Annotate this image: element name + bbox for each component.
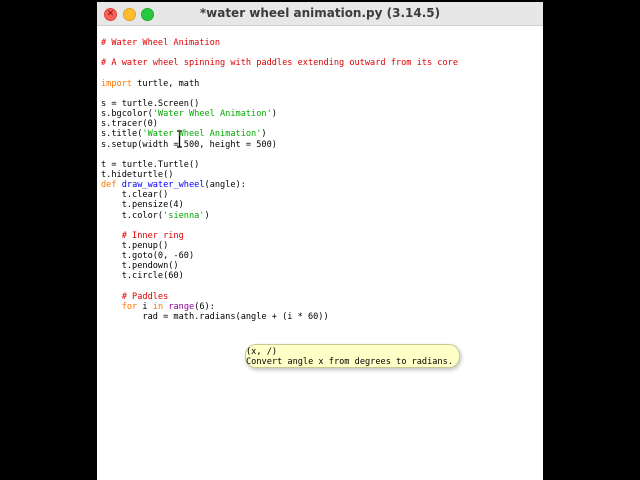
code-token: draw_water_wheel xyxy=(121,180,205,191)
code-token: t.circle(60) xyxy=(101,271,184,282)
code-line[interactable]: # Inner ring xyxy=(101,231,184,241)
code-token: i xyxy=(137,301,153,312)
code-token: range xyxy=(168,301,195,312)
code-token: def xyxy=(101,180,117,191)
code-token: 'Water Wheel Animation' xyxy=(142,129,262,140)
code-token: t.clear() xyxy=(101,190,169,201)
window-title: *water wheel animation.py (3.14.5) xyxy=(199,6,441,20)
code-token: (6): xyxy=(194,301,215,312)
code-line[interactable]: s.bgcolor('Water Wheel Animation') xyxy=(101,109,277,119)
code-token: t.color( xyxy=(101,210,164,221)
calltip-popup: (x, /) Convert angle x from degrees to r… xyxy=(245,344,460,368)
code-line[interactable]: # Paddles xyxy=(101,291,169,302)
code-token: # Inner ring xyxy=(101,230,184,241)
code-token: import xyxy=(101,78,133,89)
code-token: s.bgcolor( xyxy=(101,109,153,120)
code-token: 'sienna' xyxy=(163,210,205,221)
code-token: 'Water Wheel Animation' xyxy=(152,109,272,120)
calltip-description: Convert angle x from degrees to radians. xyxy=(246,357,453,367)
code-line[interactable]: t.penup() xyxy=(101,241,169,251)
code-token: t.hideturtle() xyxy=(101,169,174,180)
code-line[interactable]: t.goto(0, -60) xyxy=(101,251,194,261)
code-editor[interactable]: # Water Wheel Animation # A water wheel s… xyxy=(97,26,543,480)
code-line[interactable]: t.pendown() xyxy=(101,261,179,271)
code-token: ) xyxy=(271,109,277,120)
code-line[interactable]: t.circle(60) xyxy=(101,271,184,281)
code-line[interactable]: t.hideturtle() xyxy=(101,170,173,180)
code-line[interactable]: t.pensize(4) xyxy=(101,200,184,210)
code-token: turtle, math xyxy=(132,78,200,89)
code-token: s.setup(width = 500, height = 500) xyxy=(101,139,277,150)
code-token: t.goto(0, -60) xyxy=(101,251,195,262)
calltip-signature: (x, /) xyxy=(246,347,278,357)
code-token: # Paddles xyxy=(101,291,169,302)
code-token: t.penup() xyxy=(101,241,169,251)
code-line[interactable]: t = turtle.Turtle() xyxy=(101,160,199,170)
code-token: s.title( xyxy=(101,129,143,140)
code-line[interactable]: # A water wheel spinning with paddles ex… xyxy=(101,58,458,68)
code-token: ) xyxy=(204,210,210,221)
code-token: in xyxy=(152,301,164,312)
code-token: for xyxy=(121,301,138,312)
code-token: ) xyxy=(261,129,267,140)
code-token: (angle): xyxy=(204,180,246,191)
code-line[interactable]: rad = math.radians(angle + (i * 60)) xyxy=(101,312,329,323)
idle-editor-window: ✕ *water wheel animation.py (3.14.5) # W… xyxy=(97,2,543,480)
code-token: rad = math.radians(angle + (i * 60)) xyxy=(101,312,329,323)
code-line[interactable]: def draw_water_wheel(angle): xyxy=(101,180,246,190)
code-line[interactable]: s.tracer(0) xyxy=(101,119,158,129)
code-line[interactable]: import turtle, math xyxy=(101,79,199,89)
code-token: s.tracer(0) xyxy=(101,119,158,130)
code-token: t.pensize(4) xyxy=(101,200,184,211)
code-token: t = turtle.Turtle() xyxy=(101,159,200,170)
code-line[interactable]: t.color('sienna') xyxy=(101,211,210,221)
code-token: # Water Wheel Animation xyxy=(101,38,220,48)
title-bar[interactable]: ✕ *water wheel animation.py (3.14.5) xyxy=(97,2,543,26)
code-line[interactable]: s.title('Water Wheel Animation') xyxy=(101,129,267,139)
code-token: t.pendown() xyxy=(101,261,179,272)
code-line[interactable]: # Water Wheel Animation xyxy=(101,38,220,48)
code-token: # A water wheel spinning with paddles ex… xyxy=(101,58,458,69)
code-line[interactable]: for i in range(6): xyxy=(101,302,215,312)
code-line[interactable]: s.setup(width = 500, height = 500) xyxy=(101,140,277,150)
code-line[interactable]: s = turtle.Screen() xyxy=(101,99,199,109)
code-line[interactable]: t.clear() xyxy=(101,190,169,201)
code-token: s = turtle.Screen() xyxy=(101,98,200,109)
